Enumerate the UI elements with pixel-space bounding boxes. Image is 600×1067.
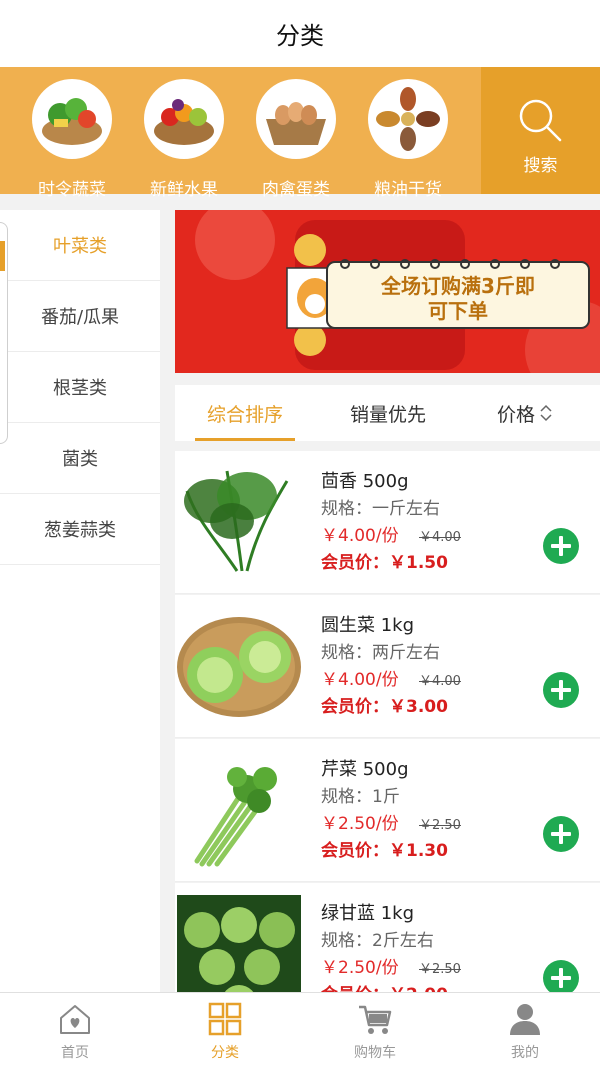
sort-price-label: 价格 — [496, 403, 535, 426]
sort-arrows-icon — [540, 404, 552, 422]
sort-price[interactable]: 价格 — [490, 385, 560, 441]
product-name: 芹菜 500g — [321, 759, 409, 780]
product-old-price: ￥2.50 — [419, 962, 461, 977]
sort-sales[interactable]: 销量优先 — [338, 385, 438, 441]
product-price: ￥2.50/份 — [321, 814, 399, 834]
category-label: 新鲜水果 — [150, 180, 218, 200]
category-meat-eggs[interactable]: 肉禽蛋类 — [246, 79, 346, 200]
celery-image — [177, 749, 301, 873]
tab-label: 首页 — [61, 1045, 89, 1061]
product-member-price: 会员价：￥1.50 — [321, 553, 448, 573]
product-card[interactable]: 芹菜 500g 规格：1斤 ￥2.50/份 ￥2.50 会员价：￥1.30 — [175, 739, 600, 882]
product-card[interactable]: 茴香 500g 规格：一斤左右 ￥4.00/份 ￥4.00 会员价：￥1.50 — [175, 451, 600, 594]
category-label: 时令蔬菜 — [38, 180, 106, 200]
fennel-image — [177, 461, 301, 585]
grain-icon — [368, 79, 448, 159]
promo-banner-text: 全场订购满3斤即 可下单 — [327, 274, 589, 324]
egg-basket-icon — [256, 79, 336, 159]
sort-bar: 综合排序 销量优先 价格 — [175, 385, 600, 441]
sidebar-item-leafy[interactable]: 叶菜类 — [0, 210, 160, 281]
product-spec: 规格：1斤 — [321, 787, 400, 807]
category-vegetables[interactable]: 时令蔬菜 — [22, 79, 122, 200]
bottom-tab-bar: 首页 分类 购物车 我的 — [0, 992, 600, 1067]
cart-icon — [359, 1005, 392, 1034]
fruit-basket-icon — [144, 79, 224, 159]
add-to-cart-button[interactable] — [543, 672, 579, 708]
tab-mine[interactable]: 我的 — [450, 993, 600, 1067]
product-old-price: ￥2.50 — [419, 818, 461, 833]
tab-label: 购物车 — [354, 1045, 396, 1061]
category-label: 粮油干货 — [374, 180, 442, 200]
product-member-price: 会员价：￥3.00 — [321, 697, 448, 717]
product-old-price: ￥4.00 — [419, 674, 461, 689]
category-fruits[interactable]: 新鲜水果 — [134, 79, 234, 200]
search-icon — [519, 99, 562, 142]
category-grid-icon — [208, 1002, 242, 1036]
product-name: 圆生菜 1kg — [321, 615, 415, 636]
product-name: 绿甘蓝 1kg — [321, 903, 415, 924]
product-name: 茴香 500g — [321, 471, 409, 492]
sidebar-item-tomato-melon[interactable]: 番茄/瓜果 — [0, 281, 160, 352]
user-icon — [510, 1004, 540, 1035]
product-spec: 规格：两斤左右 — [321, 643, 440, 663]
title-bar: 分类 — [0, 0, 600, 67]
tab-label: 分类 — [211, 1045, 239, 1061]
sidebar-active-indicator — [0, 222, 8, 444]
product-price: ￥2.50/份 — [321, 958, 399, 978]
product-member-price: 会员价：￥1.30 — [321, 841, 448, 861]
sidebar-item-onion-garlic[interactable]: 葱姜蒜类 — [0, 494, 160, 565]
tab-home[interactable]: 首页 — [0, 993, 150, 1067]
sort-active-underline — [195, 438, 295, 441]
lettuce-image — [177, 605, 301, 729]
tab-cart[interactable]: 购物车 — [300, 993, 450, 1067]
product-spec: 规格：一斤左右 — [321, 499, 440, 519]
page-title: 分类 — [276, 22, 324, 50]
promo-banner[interactable]: 全场订购满3斤即 可下单 — [175, 210, 600, 373]
category-sidebar: 叶菜类 番茄/瓜果 根茎类 菌类 葱姜蒜类 — [0, 210, 160, 992]
sidebar-item-mushroom[interactable]: 菌类 — [0, 423, 160, 494]
promo-line-2: 可下单 — [428, 299, 488, 323]
tab-category[interactable]: 分类 — [150, 993, 300, 1067]
add-to-cart-button[interactable] — [543, 960, 579, 996]
home-icon — [60, 1005, 90, 1034]
product-card[interactable]: 圆生菜 1kg 规格：两斤左右 ￥4.00/份 ￥4.00 会员价：￥3.00 — [175, 595, 600, 738]
sort-comprehensive[interactable]: 综合排序 — [195, 385, 295, 441]
search-button[interactable]: 搜索 — [481, 67, 600, 194]
sidebar-item-root[interactable]: 根茎类 — [0, 352, 160, 423]
tab-label: 我的 — [511, 1045, 539, 1061]
search-label: 搜索 — [523, 156, 558, 176]
add-to-cart-button[interactable] — [543, 816, 579, 852]
product-old-price: ￥4.00 — [419, 530, 461, 545]
category-label: 肉禽蛋类 — [262, 180, 330, 200]
product-price: ￥4.00/份 — [321, 670, 399, 690]
product-price: ￥4.00/份 — [321, 526, 399, 546]
category-grains[interactable]: 粮油干货 — [358, 79, 458, 200]
promo-line-1: 全场订购满3斤即 — [381, 274, 535, 298]
product-spec: 规格：2斤左右 — [321, 931, 434, 951]
add-to-cart-button[interactable] — [543, 528, 579, 564]
vegetable-basket-icon — [32, 79, 112, 159]
